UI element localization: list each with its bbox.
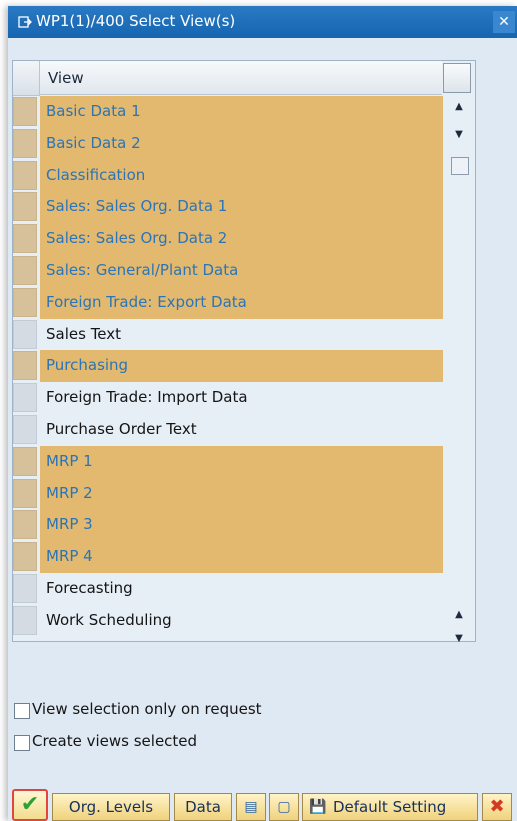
cancel-button[interactable]: ✖ (482, 793, 512, 821)
table-row[interactable]: Sales: Sales Org. Data 2 (13, 223, 443, 255)
save-icon: 💾 (309, 799, 327, 815)
row-selector[interactable] (13, 510, 37, 540)
org-levels-button[interactable]: Org. Levels (52, 793, 170, 821)
row-label: Classification (40, 159, 443, 192)
row-selector[interactable] (13, 542, 37, 572)
row-label: MRP 1 (40, 445, 443, 478)
table-row[interactable]: Forecasting (13, 572, 443, 605)
row-selector[interactable] (13, 478, 37, 508)
default-setting-button[interactable]: 💾 Default Setting (302, 793, 478, 821)
select-views-dialog: WP1(1)/400 Select View(s) ✕ View Basic D… (8, 6, 517, 821)
row-selector[interactable] (13, 287, 37, 317)
select-all-button[interactable]: ▤ (236, 793, 266, 821)
row-selector[interactable] (13, 192, 37, 222)
table-row[interactable]: Purchase Order Text (13, 413, 443, 446)
row-selector[interactable] (13, 160, 37, 190)
row-label: MRP 2 (40, 477, 443, 510)
scroll-up-icon[interactable]: ▲ (449, 97, 469, 117)
confirm-button[interactable]: ✔ (12, 789, 48, 821)
view-rows: Basic Data 1 Basic Data 2 Classification Sa… (13, 96, 443, 637)
row-selector[interactable] (13, 255, 37, 285)
create-views-checkbox[interactable] (14, 735, 30, 751)
row-label: Sales: Sales Org. Data 2 (40, 223, 443, 255)
table-row[interactable]: Basic Data 1 (13, 96, 443, 128)
row-selector[interactable] (13, 224, 37, 254)
row-label: Sales: General/Plant Data (40, 254, 443, 287)
table-row[interactable]: MRP 2 (13, 477, 443, 510)
row-label: Sales: Sales Org. Data 1 (40, 191, 443, 224)
table-row[interactable]: Classification (13, 159, 443, 192)
checkmark-icon: ✔ (20, 792, 40, 817)
row-selector[interactable] (13, 446, 37, 476)
table-row[interactable]: MRP 1 (13, 445, 443, 478)
row-selector[interactable] (13, 97, 37, 126)
select-all-icon: ▤ (244, 799, 258, 815)
row-label: Work Scheduling (40, 604, 443, 637)
table-row[interactable]: Sales Text (13, 318, 443, 351)
data-button[interactable]: Data (174, 793, 232, 821)
vertical-scrollbar[interactable]: ▲ ▼ ▲ ▼ (445, 97, 473, 644)
table-row[interactable]: Basic Data 2 (13, 127, 443, 160)
row-label: Foreign Trade: Export Data (40, 286, 443, 319)
row-label: Foreign Trade: Import Data (40, 382, 443, 414)
create-views-label: Create views selected (32, 732, 198, 750)
column-header-view[interactable]: View (40, 61, 442, 95)
close-icon: ✕ (498, 14, 510, 30)
deselect-all-button[interactable]: ▢ (269, 793, 299, 821)
scroll-down-icon[interactable]: ▼ (449, 125, 469, 145)
row-selector[interactable] (13, 605, 37, 635)
deselect-all-icon: ▢ (277, 799, 291, 815)
table-row[interactable]: Purchasing (13, 350, 443, 383)
row-label: Forecasting (40, 572, 443, 605)
page-down-icon[interactable]: ▼ (449, 629, 469, 649)
table-row[interactable]: Foreign Trade: Import Data (13, 382, 443, 414)
window-title: WP1(1)/400 Select View(s) (36, 12, 236, 30)
close-button[interactable]: ✕ (493, 11, 515, 33)
table-row[interactable]: Work Scheduling (13, 604, 443, 637)
table-row[interactable]: Foreign Trade: Export Data (13, 286, 443, 319)
row-selector[interactable] (13, 414, 37, 444)
row-selector[interactable] (13, 319, 37, 349)
row-label: Purchase Order Text (40, 413, 443, 446)
views-table: View Basic Data 1 Basic Data 2 Classificat… (12, 60, 476, 644)
default-setting-label: Default Setting (333, 798, 447, 816)
window-icon (18, 14, 32, 28)
row-selector[interactable] (13, 573, 37, 603)
row-label: MRP 3 (40, 509, 443, 542)
view-selection-label: View selection only on request (32, 700, 262, 718)
select-all-cell[interactable] (13, 61, 40, 96)
table-row[interactable]: Sales: Sales Org. Data 1 (13, 191, 443, 224)
table-row[interactable]: MRP 3 (13, 509, 443, 542)
row-selector[interactable] (13, 128, 37, 158)
scroll-thumb[interactable] (451, 157, 469, 175)
table-row[interactable]: MRP 4 (13, 541, 443, 573)
row-selector[interactable] (13, 383, 37, 413)
page-up-icon[interactable]: ▲ (449, 605, 469, 625)
row-label: Purchasing (40, 350, 443, 383)
row-label: Sales Text (40, 318, 443, 351)
view-selection-checkbox[interactable] (14, 703, 30, 719)
row-label: MRP 4 (40, 541, 443, 573)
column-settings-button[interactable] (443, 63, 471, 93)
dialog-toolbar: ✔ Org. Levels Data ▤ ▢ 💾 Default Setting… (8, 781, 517, 821)
row-selector[interactable] (13, 351, 37, 381)
table-row[interactable]: Sales: General/Plant Data (13, 254, 443, 287)
title-bar: WP1(1)/400 Select View(s) ✕ (8, 6, 517, 38)
cancel-icon: ✖ (489, 796, 505, 817)
row-label: Basic Data 1 (40, 96, 443, 128)
row-label: Basic Data 2 (40, 127, 443, 160)
